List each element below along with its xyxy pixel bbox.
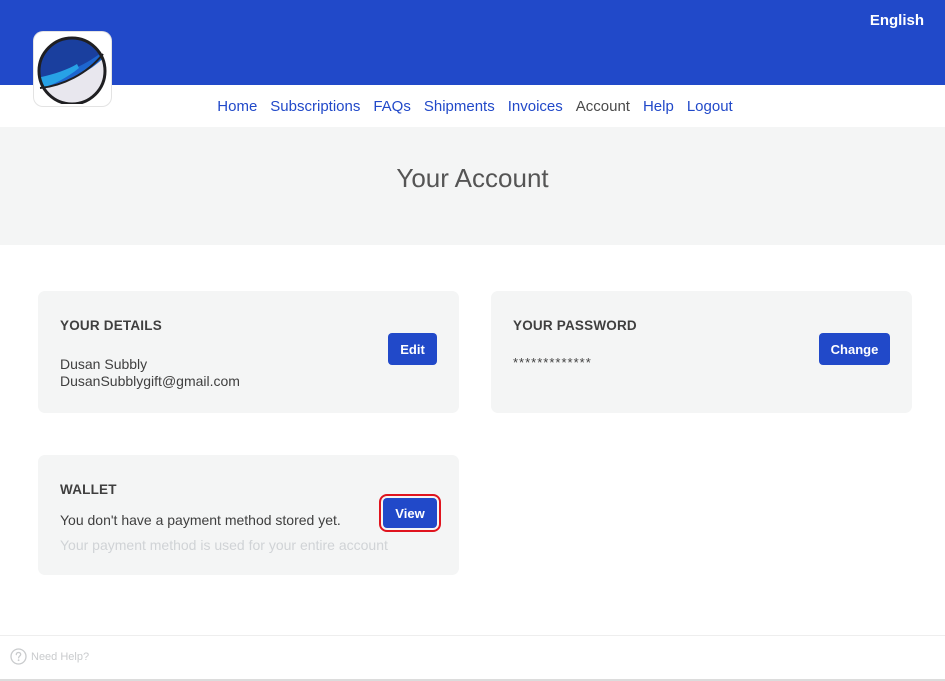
page-title: Your Account — [396, 162, 549, 193]
nav-invoices[interactable]: Invoices — [508, 98, 563, 115]
wallet-note: Your payment method is used for your ent… — [60, 537, 388, 553]
nav-logout[interactable]: Logout — [687, 98, 733, 115]
nav-subscriptions[interactable]: Subscriptions — [270, 98, 360, 115]
nav-help[interactable]: Help — [643, 98, 674, 115]
password-masked: ************* — [513, 355, 592, 370]
wallet-heading: WALLET — [60, 482, 117, 497]
wallet-message: You don't have a payment method stored y… — [60, 512, 341, 528]
question-circle-icon — [10, 648, 27, 665]
details-card: YOUR DETAILS Dusan Subbly DusanSubblygif… — [38, 291, 459, 413]
nav-home[interactable]: Home — [217, 98, 257, 115]
view-wallet-button[interactable]: View — [379, 494, 441, 532]
edit-details-button[interactable]: Edit — [388, 333, 437, 365]
details-heading: YOUR DETAILS — [60, 318, 162, 333]
password-heading: YOUR PASSWORD — [513, 318, 637, 333]
details-name: Dusan Subbly — [60, 356, 148, 372]
top-bar: English — [0, 0, 945, 85]
page-hero: Your Account — [0, 127, 945, 245]
need-help-link[interactable]: Need Help? — [10, 648, 89, 665]
footer-divider — [0, 635, 945, 636]
nav-faqs[interactable]: FAQs — [373, 98, 411, 115]
nav-account[interactable]: Account — [576, 98, 630, 115]
main-nav: Home Subscriptions FAQs Shipments Invoic… — [0, 85, 945, 127]
language-selector[interactable]: English — [870, 12, 924, 29]
details-email: DusanSubblygift@gmail.com — [60, 373, 240, 389]
need-help-label: Need Help? — [31, 650, 90, 663]
nav-shipments[interactable]: Shipments — [424, 98, 495, 115]
password-card: YOUR PASSWORD ************* Change — [491, 291, 912, 413]
wallet-card: WALLET You don't have a payment method s… — [38, 455, 459, 575]
change-password-button[interactable]: Change — [819, 333, 890, 365]
